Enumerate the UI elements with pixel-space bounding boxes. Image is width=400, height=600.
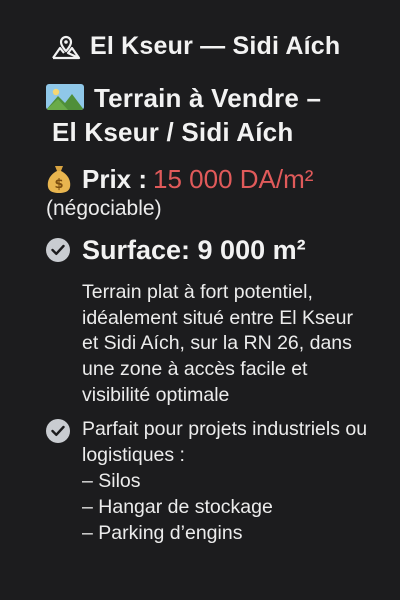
location-label: El Kseur — Sidi Aích [90,32,341,60]
list-item: Silos [82,469,370,495]
list-item: Parking d’engins [82,521,370,547]
ideal-uses-content: Parfait pour projets industriels ou logi… [82,417,370,547]
listing-card: El Kseur — Sidi Aích Terrain à Vendre – … [0,0,400,600]
svg-text:$: $ [54,177,63,192]
landscape-pin-icon [50,33,82,61]
price-note: (négociable) [46,196,162,220]
landscape-picture-icon [46,84,84,110]
surface-label: Surface: 9 000 m² [82,234,306,265]
location-header: El Kseur — Sidi Aích [50,32,370,61]
list-item: Hangar de stockage [82,495,370,521]
ideal-uses-intro: Parfait pour projets industriels ou logi… [82,418,368,467]
price-row: $ Prix : 15 000 DA/m² [46,164,370,195]
title-line-2: El Kseur / Sidi Aích [52,117,294,148]
title-line-1: Terrain à Vendre – [94,83,322,113]
surface-row: Surface: 9 000 m² [46,235,370,266]
ideal-uses-list: Silos Hangar de stockage Parking d’engin… [82,469,370,547]
check-circle-icon [46,238,70,263]
money-bag-icon: $ [46,164,74,194]
ideal-uses: Parfait pour projets industriels ou logi… [46,417,370,547]
listing-title: Terrain à Vendre – El Kseur / Sidi Aích [46,81,370,150]
price-label: Prix : [82,163,148,194]
description-text: Terrain plat à fort potentiel, idéalemen… [82,280,353,407]
check-circle-icon [46,419,70,444]
price-value: 15 000 DA/m² [153,163,314,194]
